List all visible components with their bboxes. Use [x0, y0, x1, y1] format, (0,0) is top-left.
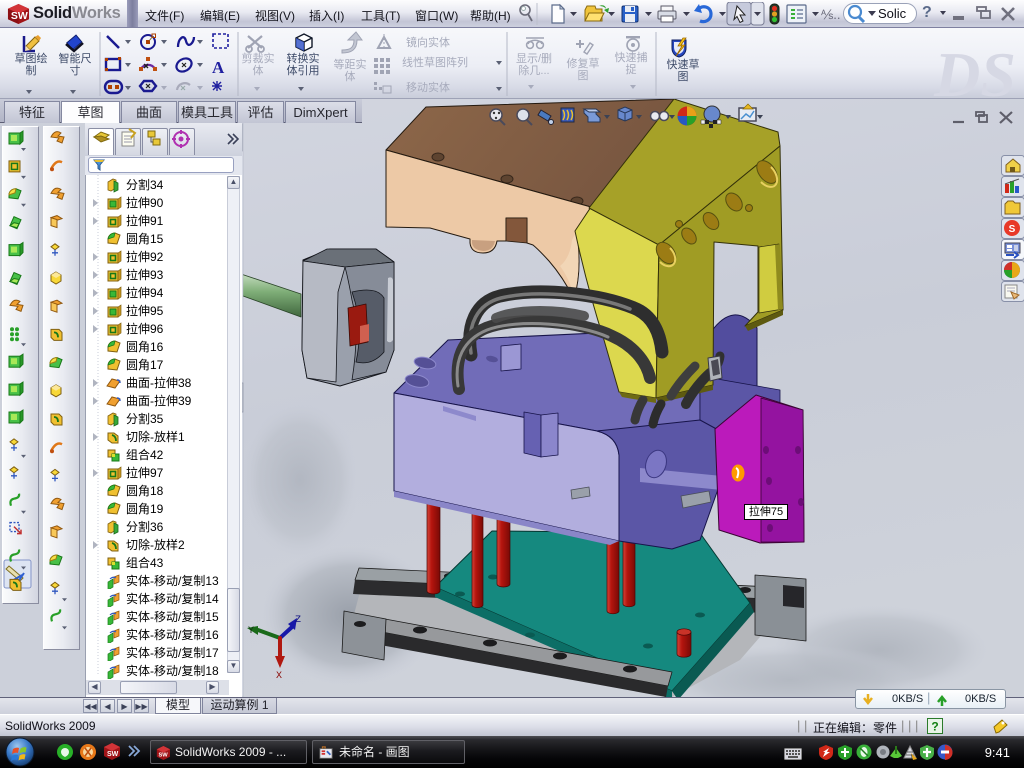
svg-text:S: S — [1009, 224, 1016, 235]
svg-text:Y: Y — [248, 626, 254, 637]
svg-text:Z: Z — [295, 615, 301, 626]
svg-text:X: X — [276, 671, 282, 682]
svg-text:Solic: Solic — [878, 6, 907, 21]
svg-text:SW: SW — [107, 751, 119, 758]
svg-text:SW: SW — [158, 753, 168, 759]
svg-text:?: ? — [931, 720, 938, 734]
svg-text:DS: DS — [933, 39, 1016, 99]
svg-text:SW: SW — [11, 10, 28, 22]
svg-text:⅍..: ⅍.. — [821, 7, 840, 22]
svg-text:A: A — [212, 58, 225, 77]
